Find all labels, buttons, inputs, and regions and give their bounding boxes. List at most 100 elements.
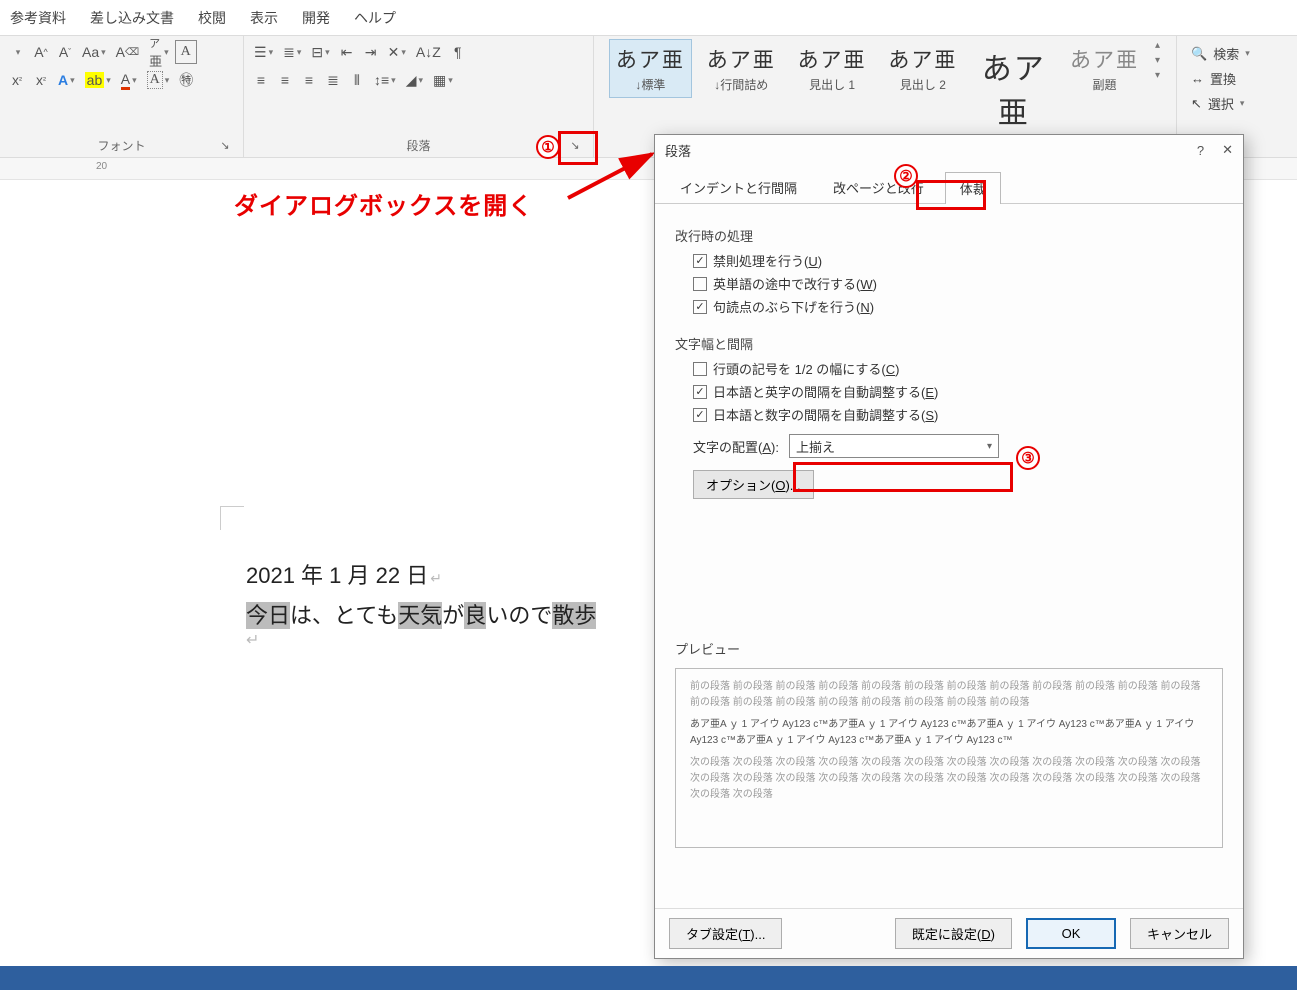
- style-name: ↓標準: [610, 76, 691, 97]
- checkbox-icon[interactable]: [693, 277, 707, 291]
- doc-word[interactable]: 今日: [246, 602, 290, 629]
- select-button[interactable]: ↖選択▾: [1191, 94, 1283, 113]
- line-spacing-button[interactable]: ↕≡: [370, 68, 400, 92]
- checkbox-jpn-eng-autospace[interactable]: 日本語と英字の間隔を自動調整する(E): [693, 382, 1223, 401]
- preview-next-text: 次の段落 次の段落 次の段落 次の段落 次の段落 次の段落 次の段落 次の段落 …: [690, 755, 1208, 803]
- accel-key: N: [860, 300, 869, 315]
- dialog-title: 段落: [665, 141, 691, 160]
- asian-layout-button[interactable]: ✕: [384, 40, 410, 64]
- dialog-help-button[interactable]: ?: [1197, 143, 1204, 158]
- multilevel-list-button[interactable]: ⊟: [307, 40, 333, 64]
- tabs-button[interactable]: タブ設定(T)...: [669, 918, 782, 949]
- highlight-button[interactable]: ab: [81, 68, 115, 92]
- replace-label: 置換: [1210, 69, 1236, 88]
- doc-word[interactable]: 天気: [398, 602, 442, 629]
- char-shading-button[interactable]: A: [143, 68, 174, 92]
- distributed-button[interactable]: ⫴: [346, 68, 368, 92]
- doc-word[interactable]: いので: [486, 602, 552, 629]
- doc-line-date[interactable]: 2021 年 1 月 22 日↵: [246, 558, 596, 590]
- checkbox-icon[interactable]: [693, 254, 707, 268]
- checkbox-icon[interactable]: [693, 408, 707, 422]
- cancel-button[interactable]: キャンセル: [1130, 918, 1229, 949]
- ok-button[interactable]: OK: [1026, 918, 1116, 949]
- search-icon: 🔍: [1191, 46, 1207, 62]
- style-heading1[interactable]: あア亜 見出し 1: [792, 40, 873, 97]
- checkbox-engwordwrap[interactable]: 英単語の途中で改行する(W): [693, 274, 1223, 293]
- checkbox-hanging[interactable]: 句読点のぶら下げを行う(N): [693, 297, 1223, 316]
- set-default-button[interactable]: 既定に設定(D): [895, 918, 1012, 949]
- align-label-suffix: ):: [771, 440, 779, 455]
- accel-key: A: [762, 440, 771, 455]
- doc-word[interactable]: 散歩: [552, 602, 596, 629]
- shading-button[interactable]: ◢: [402, 68, 427, 92]
- accel-key: D: [981, 927, 990, 942]
- text-alignment-combo[interactable]: 上揃え ▾: [789, 434, 999, 458]
- checkbox-halfwidth[interactable]: 行頭の記号を 1/2 の幅にする(C): [693, 359, 1223, 378]
- sort-button[interactable]: A↓Z: [412, 40, 445, 64]
- dialog-tab-indent[interactable]: インデントと行間隔: [665, 171, 812, 203]
- document-content[interactable]: 2021 年 1 月 22 日↵ 今日は、とても天気が良いので散歩: [246, 558, 596, 630]
- text-effects-button[interactable]: A: [54, 68, 79, 92]
- checkbox-icon[interactable]: [693, 362, 707, 376]
- doc-line-body[interactable]: 今日は、とても天気が良いので散歩: [246, 598, 596, 630]
- style-subtitle[interactable]: あア亜 副題: [1064, 40, 1145, 97]
- dialog-titlebar[interactable]: 段落 ? ✕: [655, 135, 1243, 165]
- superscript-button[interactable]: x²: [30, 68, 52, 92]
- numbering-button[interactable]: ≣: [279, 40, 305, 64]
- accel-key: S: [925, 408, 934, 423]
- checkbox-kinsoku[interactable]: 禁則処理を行う(U): [693, 251, 1223, 270]
- show-marks-button[interactable]: ¶: [447, 40, 469, 64]
- replace-button[interactable]: ↔ 置換: [1191, 69, 1283, 88]
- replace-icon: ↔: [1191, 71, 1204, 86]
- combo-value: 上揃え: [796, 437, 835, 456]
- style-heading2[interactable]: あア亜 見出し 2: [882, 40, 963, 97]
- bullets-button[interactable]: ☰: [250, 40, 277, 64]
- phonetic-guide-button[interactable]: ア亜: [145, 40, 173, 64]
- find-button[interactable]: 🔍検索▾: [1191, 44, 1283, 63]
- checkbox-icon[interactable]: [693, 385, 707, 399]
- align-center-button[interactable]: ≡: [274, 68, 296, 92]
- align-left-button[interactable]: ≡: [250, 68, 272, 92]
- change-case-button[interactable]: Aa: [78, 40, 110, 64]
- tab-mailings[interactable]: 差し込み文書: [90, 8, 174, 28]
- doc-word[interactable]: は、とても: [290, 602, 398, 629]
- doc-date-text[interactable]: 2021 年 1 月 22 日: [246, 563, 428, 588]
- checkbox-icon[interactable]: [693, 300, 707, 314]
- section-charspacing: 文字幅と間隔: [675, 334, 1223, 353]
- shrink-font-button[interactable]: Aˇ: [54, 40, 76, 64]
- borders-button[interactable]: ▦: [429, 68, 457, 92]
- increase-indent-button[interactable]: ⇥: [360, 40, 382, 64]
- tab-references[interactable]: 参考資料: [10, 8, 66, 28]
- decrease-indent-button[interactable]: ⇤: [336, 40, 358, 64]
- align-right-button[interactable]: ≡: [298, 68, 320, 92]
- font-dialog-launcher[interactable]: ↘: [215, 135, 235, 155]
- styles-gallery-scroll[interactable]: ▴▾▾: [1155, 40, 1160, 81]
- default-suffix: ): [991, 927, 995, 942]
- checkbox-jpn-num-autospace[interactable]: 日本語と数字の間隔を自動調整する(S): [693, 405, 1223, 424]
- tab-review[interactable]: 校閲: [198, 8, 226, 28]
- style-sample: あア亜: [792, 40, 873, 76]
- clear-formatting-button[interactable]: A⌫: [112, 40, 143, 64]
- dialog-close-button[interactable]: ✕: [1222, 142, 1233, 158]
- font-color-button[interactable]: A: [117, 68, 141, 92]
- style-nospacing[interactable]: あア亜 ↓行間詰め: [701, 40, 782, 97]
- subscript-button[interactable]: x²: [6, 68, 28, 92]
- tab-help[interactable]: ヘルプ: [354, 8, 396, 28]
- dialog-footer: タブ設定(T)... 既定に設定(D) OK キャンセル: [655, 908, 1243, 958]
- enclose-characters-button[interactable]: A: [175, 40, 197, 64]
- style-sample: あア亜: [1064, 40, 1145, 76]
- paren: ): [870, 300, 874, 315]
- doc-word[interactable]: が: [442, 602, 464, 629]
- doc-word[interactable]: 良: [464, 602, 486, 629]
- paren: ): [873, 277, 877, 292]
- style-normal[interactable]: あア亜 ↓標準: [610, 40, 691, 97]
- enclose-circle-button[interactable]: ㊕: [175, 68, 197, 92]
- tab-developer[interactable]: 開発: [302, 8, 330, 28]
- justify-button[interactable]: ≣: [322, 68, 344, 92]
- page-corner: [220, 506, 244, 530]
- tab-view[interactable]: 表示: [250, 8, 278, 28]
- font-group-label: フォント: [97, 137, 145, 154]
- font-combo[interactable]: [6, 40, 28, 64]
- grow-font-button[interactable]: A^: [30, 40, 52, 64]
- tabs-label: タブ設定(: [686, 927, 742, 942]
